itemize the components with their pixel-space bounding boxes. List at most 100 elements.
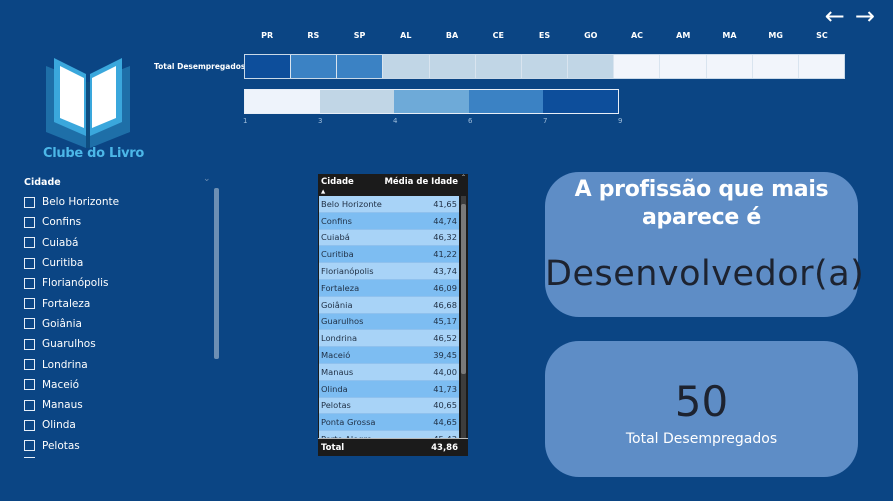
table-row[interactable]: Cuiabá 46,32: [319, 229, 459, 247]
total-unemployed-card: 50 Total Desempregados: [545, 341, 858, 477]
slicer-item-label: Maceió: [42, 378, 80, 391]
checkbox[interactable]: [24, 338, 35, 350]
table-row[interactable]: Ponta Grossa 44,65: [319, 414, 459, 432]
total-unemployed-label: Total Desempregados: [625, 431, 778, 447]
state-header: AL: [400, 31, 412, 40]
heatmap-cell[interactable]: [568, 55, 615, 78]
city-slicer: Belo Horizonte Confins Cuiabá Curitiba Flori…: [24, 192, 204, 456]
heatmap-cell[interactable]: [337, 55, 384, 78]
checkbox[interactable]: [24, 379, 35, 391]
slicer-item[interactable]: Cuiabá: [24, 233, 204, 253]
slicer-item[interactable]: Fortaleza: [24, 293, 204, 313]
cell-city: Guarulhos: [321, 316, 364, 327]
cell-city: Manaus: [321, 366, 354, 377]
table-row[interactable]: Olinda 41,73: [319, 380, 459, 398]
chevron-down-icon[interactable]: ⌄: [203, 174, 211, 184]
cell-age: 39,45: [433, 350, 457, 361]
checkbox[interactable]: [24, 359, 35, 371]
slicer-item-label: Olinda: [42, 419, 76, 432]
checkbox[interactable]: [24, 318, 35, 330]
table-row[interactable]: Londrina 46,52: [319, 330, 459, 348]
table-row[interactable]: Curitiba 41,22: [319, 246, 459, 264]
slicer-item[interactable]: Belo Horizonte: [24, 192, 204, 212]
arrow-left-icon[interactable]: ←: [825, 4, 845, 28]
checkbox[interactable]: [24, 440, 35, 452]
checkbox[interactable]: [24, 419, 35, 431]
heatmap-cell[interactable]: [752, 55, 799, 78]
table-scrollbar-thumb[interactable]: [461, 204, 466, 374]
legend-swatch: [468, 90, 544, 113]
slicer-scrollbar[interactable]: [214, 188, 219, 359]
slicer-item-label: Curitiba: [42, 257, 84, 270]
heatmap-row: [244, 54, 845, 79]
cell-city: Fortaleza: [321, 282, 360, 293]
slicer-item-label: Pelotas: [42, 439, 80, 452]
checkbox[interactable]: [24, 399, 35, 411]
legend-swatch: [319, 90, 395, 113]
table-row[interactable]: Florianópolis 43,74: [319, 263, 459, 280]
heatmap-cell[interactable]: [245, 55, 292, 78]
checkbox[interactable]: [24, 257, 35, 269]
table-body: Belo Horizonte 41,65 Confins 44,74 Cuiabá 46,…: [319, 196, 459, 438]
table-row[interactable]: Pelotas 40,65: [319, 397, 459, 415]
table-row[interactable]: Porto Alegre45,43: [319, 431, 459, 438]
cell-city: Confins: [321, 215, 352, 226]
slicer-item[interactable]: Curitiba: [24, 253, 204, 273]
table-scrollbar[interactable]: [461, 196, 466, 438]
scroll-up-icon[interactable]: ⌃: [461, 174, 466, 181]
heatmap-cell[interactable]: [475, 55, 522, 78]
state-header: GO: [584, 31, 598, 40]
table-row[interactable]: Belo Horizonte 41,65: [319, 196, 459, 213]
cell-city: Pelotas: [321, 400, 351, 411]
slicer-item[interactable]: Guarulhos: [24, 334, 204, 354]
table-row[interactable]: Goiânia 46,68: [319, 296, 459, 314]
table-row[interactable]: Manaus 44,00: [319, 363, 459, 381]
slicer-item[interactable]: Goiânia: [24, 314, 204, 334]
state-header: PR: [261, 31, 274, 40]
slicer-item[interactable]: Londrina: [24, 354, 204, 374]
heatmap-row-label: Total Desempregados: [154, 62, 246, 71]
slicer-item[interactable]: Pelotas: [24, 436, 204, 456]
heatmap-cell[interactable]: [521, 55, 569, 78]
legend-tick: 4: [393, 117, 398, 125]
cell-age: 41,22: [433, 249, 457, 260]
slicer-item[interactable]: Confins: [24, 212, 204, 232]
slicer-partial-item: [24, 457, 35, 460]
checkbox[interactable]: [24, 298, 35, 310]
legend-swatch: [543, 90, 618, 113]
slicer-item[interactable]: Manaus: [24, 395, 204, 415]
heatmap-cell[interactable]: [383, 55, 430, 78]
table-row[interactable]: Fortaleza 46,09: [319, 279, 459, 297]
state-header: MG: [768, 31, 783, 40]
heatmap-cell[interactable]: [429, 55, 476, 78]
slicer-item[interactable]: Maceió: [24, 375, 204, 395]
table-row[interactable]: Maceió 39,45: [319, 347, 459, 364]
table-row[interactable]: Confins 44,74: [319, 212, 459, 230]
heatmap-cell[interactable]: [706, 55, 753, 78]
cell-age: 46,32: [433, 232, 457, 243]
age-table: Cidade Média de Idade ▲ Belo Horizonte 41…: [318, 174, 468, 456]
table-row[interactable]: Guarulhos 45,17: [319, 313, 459, 331]
slicer-title: Cidade: [24, 177, 61, 188]
state-header: SC: [816, 31, 828, 40]
cell-age: 41,73: [433, 383, 457, 394]
cell-city: Maceió: [321, 350, 351, 361]
column-header-city[interactable]: Cidade: [321, 177, 354, 187]
checkbox[interactable]: [24, 237, 35, 249]
heatmap-cell[interactable]: [291, 55, 338, 78]
slicer-item[interactable]: Florianópolis: [24, 273, 204, 293]
heatmap-cell[interactable]: [798, 55, 845, 78]
slicer-item[interactable]: Olinda: [24, 415, 204, 435]
column-header-age[interactable]: Média de Idade: [384, 177, 458, 187]
heatmap-cell[interactable]: [660, 55, 707, 78]
checkbox[interactable]: [24, 277, 35, 289]
slicer-item-label: Belo Horizonte: [42, 196, 120, 209]
legend-swatch: [245, 90, 320, 113]
checkbox[interactable]: [24, 196, 35, 208]
legend-tick: 9: [618, 117, 623, 125]
arrow-right-icon[interactable]: →: [855, 4, 875, 28]
sort-asc-icon: ▲: [321, 189, 326, 195]
checkbox[interactable]: [24, 216, 35, 228]
heatmap-cell[interactable]: [614, 55, 661, 78]
total-label: Total: [321, 442, 345, 453]
